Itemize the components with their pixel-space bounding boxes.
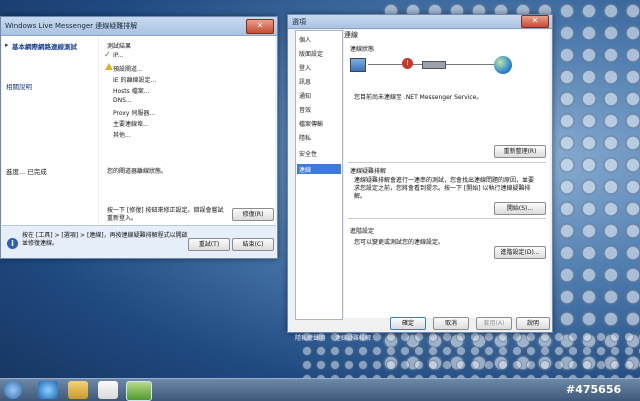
start-button-icon[interactable] [4, 381, 22, 399]
nav-item-messages[interactable]: 訊息 [299, 77, 311, 86]
cancel-button[interactable]: 取消 [433, 317, 469, 330]
retry-button[interactable]: 重試(T) [188, 238, 230, 251]
computer-icon [350, 58, 366, 72]
watermark: #475656 [566, 383, 622, 396]
results-heading: 測試結果 [107, 43, 132, 50]
advanced-settings-button[interactable]: 進階設定(D)... [494, 246, 546, 259]
messenger-icon[interactable] [126, 381, 152, 401]
refresh-button[interactable]: 重新整理(R) [494, 145, 546, 158]
options-nav-list: 個人 版面設定 登入 訊息 通知 音效 檔案傳輸 隱私 安全性 連線 [295, 30, 343, 320]
start-button[interactable]: 開始(S)... [494, 202, 546, 215]
options-title-bar[interactable]: 選項 ✕ [288, 15, 552, 29]
troubleshoot-heading: 連線疑難排解 [350, 168, 387, 175]
nav-item-layout[interactable]: 版面設定 [299, 49, 323, 58]
troubleshoot-text: 連線疑難排解會進行一連串的測試，您會找出連線問題的原因，並要求您設定之前，您將會… [354, 177, 535, 200]
nav-item-personal[interactable]: 個人 [299, 35, 311, 44]
options-window: 選項 ✕ 個人 版面設定 登入 訊息 通知 音效 檔案傳輸 隱私 安全性 連線 … [287, 14, 553, 333]
info-icon: i [7, 238, 18, 249]
divider [348, 162, 546, 163]
troubleshoot-link[interactable]: 連線疑難排解 [335, 333, 371, 342]
ok-button[interactable]: 確定 [390, 317, 426, 330]
info-text: 按在 [工具] > [選項] > [連線]，再按連線疑難排解程式以開啟並修復連線… [22, 232, 188, 247]
close-icon[interactable]: ✕ [246, 19, 274, 34]
help-button[interactable]: 說明 [516, 317, 550, 330]
nav-item-signin[interactable]: 登入 [299, 63, 311, 72]
apply-button[interactable]: 套用(A) [476, 317, 512, 330]
error-icon: ! [402, 58, 413, 69]
media-player-icon[interactable] [98, 381, 118, 399]
diagnostic-step-list: ▸ 基本網際網路連線測試 相關說明 進度... 已完成 [2, 36, 98, 236]
diagnostic-window: Windows Live Messenger 連線疑難排解 ✕ ▸ 基本網際網路… [0, 16, 278, 259]
connection-status-text: 您目前尚未連線至 .NET Messenger Service。 [354, 94, 483, 101]
fix-button[interactable]: 修復(R) [232, 208, 274, 221]
advanced-text: 您可以變更或測試您的連線設定。 [354, 239, 445, 246]
step-related-help[interactable]: 相關說明 [6, 81, 32, 91]
check-ie-offline: IE 的離線設定... [113, 77, 157, 84]
browser-icon[interactable] [38, 381, 58, 399]
globe-icon [494, 56, 512, 74]
check-ports: 主要連線埠... [113, 121, 149, 128]
info-bar: i 按在 [工具] > [選項] > [連線]，再按連線疑難排解程式以開啟並修復… [2, 225, 276, 258]
nav-item-privacy[interactable]: 隱私 [299, 133, 311, 142]
options-window-title: 選項 [292, 17, 306, 26]
check-ok-icon: ✓ [104, 50, 111, 59]
nav-item-sounds[interactable]: 音效 [299, 105, 311, 114]
options-content-panel: 連線 連線狀態 ! 您目前尚未連線至 .NET Messenger Servic… [344, 30, 550, 318]
nav-item-connection[interactable]: 連線 [299, 165, 311, 174]
privacy-link[interactable]: 隱私權聲明 [295, 333, 325, 342]
nav-item-file-transfer[interactable]: 檔案傳輸 [299, 119, 323, 128]
check-hosts: Hosts 檔案... [113, 88, 150, 95]
nav-item-security[interactable]: 安全性 [299, 149, 317, 158]
warning-icon [105, 63, 113, 70]
progress-text: 進度... 已完成 [6, 168, 47, 176]
fix-text: 按一下 [修復] 按鈕來修正設定。錯誤會嘗試重新登入。 [107, 207, 224, 222]
nav-item-alerts[interactable]: 通知 [299, 91, 311, 100]
taskbar: #475656 [0, 378, 640, 401]
diagnostic-window-title: Windows Live Messenger 連線疑難排解 [5, 22, 138, 30]
check-proxy: Proxy 伺服器... [113, 110, 156, 117]
section-title: 連線 [344, 31, 358, 39]
step-basic-test[interactable]: 基本網際網路連線測試 [12, 41, 77, 51]
modem-icon [422, 61, 446, 69]
status-text: 您的閘道器離線狀態。 [107, 168, 168, 175]
diagnostic-title-bar[interactable]: Windows Live Messenger 連線疑難排解 ✕ [1, 17, 277, 36]
folder-icon[interactable] [68, 381, 88, 399]
advanced-heading: 進階設定 [350, 228, 375, 235]
check-gateway: 預設閘道... [113, 66, 143, 73]
divider [348, 218, 546, 219]
current-step-arrow-icon: ▸ [5, 41, 9, 49]
check-other: 其他... [113, 132, 131, 139]
check-ip: IP... [113, 52, 124, 59]
close-icon[interactable]: ✕ [521, 15, 549, 28]
check-dns: DNS... [113, 97, 132, 104]
connection-status-heading: 連線狀態 [350, 46, 375, 53]
exit-button[interactable]: 結束(C) [232, 238, 274, 251]
